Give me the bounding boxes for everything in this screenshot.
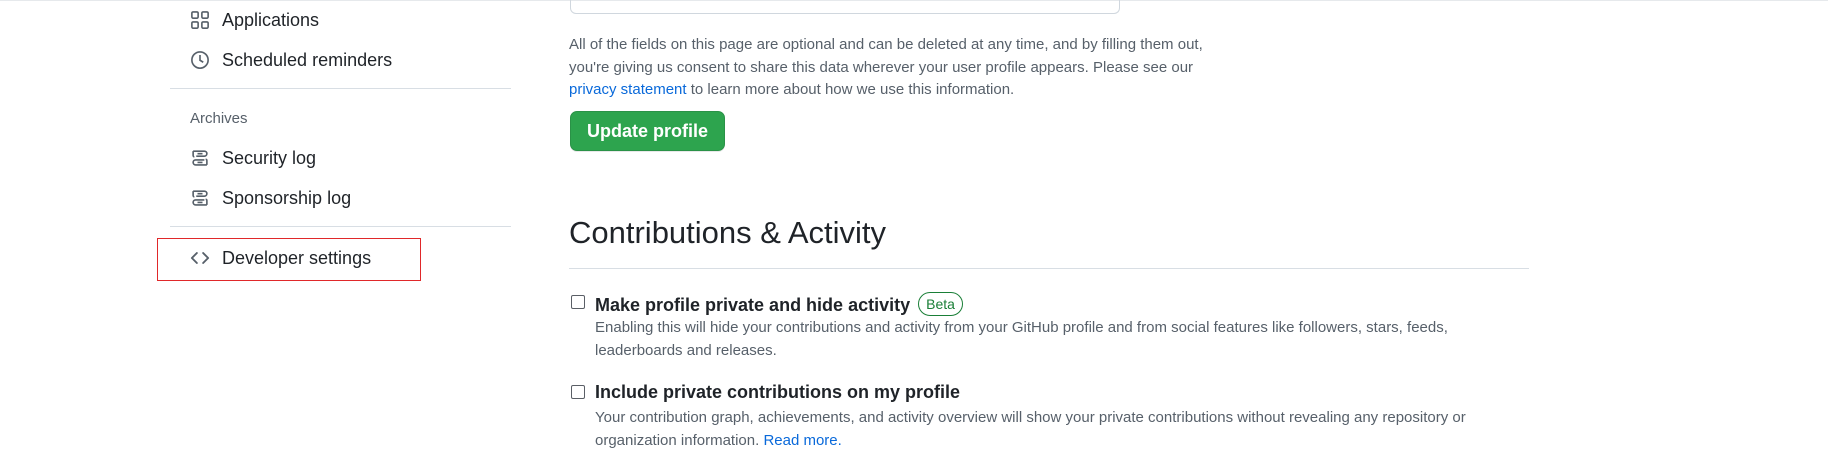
sidebar-item-scheduled-reminders[interactable]: Scheduled reminders xyxy=(170,42,511,78)
sidebar-item-label: Applications xyxy=(222,9,320,30)
privacy-statement-link[interactable]: privacy statement xyxy=(569,81,687,98)
profile-settings-main: All of the fields on this page are optio… xyxy=(569,0,1529,460)
developer-settings-highlight xyxy=(157,238,421,281)
clock-icon xyxy=(190,50,210,70)
read-more-link[interactable]: Read more. xyxy=(763,432,841,449)
settings-sidebar: Applications Scheduled reminders Archive… xyxy=(170,0,511,460)
section-divider xyxy=(569,268,1529,269)
sidebar-item-label: Security log xyxy=(222,147,317,168)
option-description: Your contribution graph, achievements, a… xyxy=(595,409,1466,449)
sidebar-item-sponsorship-log[interactable]: Sponsorship log xyxy=(170,180,511,216)
sidebar-divider xyxy=(170,88,511,89)
sidebar-item-security-log[interactable]: Security log xyxy=(170,140,511,176)
option-label: Include private contributions on my prof… xyxy=(595,382,961,402)
apps-icon xyxy=(190,10,210,30)
sidebar-item-label: Scheduled reminders xyxy=(222,49,393,70)
update-profile-button[interactable]: Update profile xyxy=(570,111,725,151)
log-icon xyxy=(190,148,210,168)
private-contributions-checkbox[interactable] xyxy=(571,385,585,399)
sidebar-item-applications[interactable]: Applications xyxy=(170,2,511,38)
beta-badge: Beta xyxy=(918,292,963,316)
consent-text: All of the fields on this page are optio… xyxy=(569,36,1203,98)
bio-input-remnant[interactable] xyxy=(570,0,1120,14)
sidebar-item-label: Sponsorship log xyxy=(222,187,352,208)
log-icon xyxy=(190,188,210,208)
private-profile-checkbox[interactable] xyxy=(571,295,585,309)
sidebar-divider xyxy=(170,226,511,227)
option-description: Enabling this will hide your contributio… xyxy=(595,319,1448,359)
option-label: Make profile private and hide activity Be… xyxy=(595,292,963,316)
section-title: Contributions & Activity xyxy=(569,215,887,250)
sidebar-heading-archives: Archives xyxy=(190,110,248,127)
